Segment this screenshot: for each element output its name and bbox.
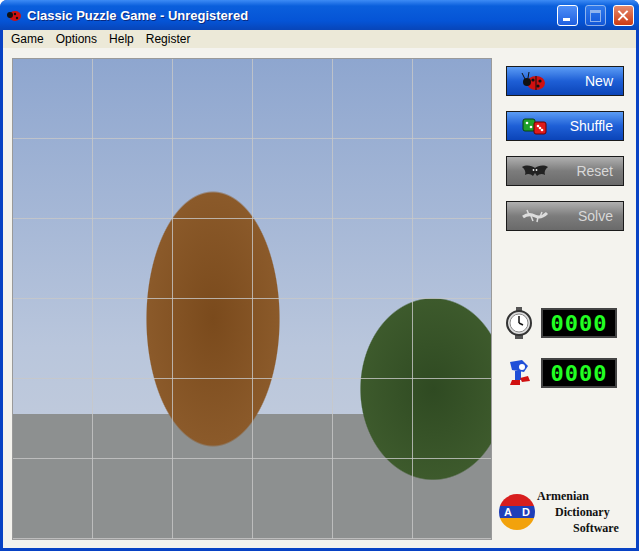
control-panel: New Shuffle Reset Solve 0000 0000 AD ArmenianDi… xyxy=(506,58,624,548)
counters: 0000 0000 xyxy=(506,306,624,390)
menu-item[interactable]: Game xyxy=(5,32,50,46)
title-bar[interactable]: Classic Puzzle Game - Unregistered xyxy=(0,0,639,30)
button-label: Shuffle xyxy=(549,118,613,134)
game-area: NewShuffleResetSolve00000000ADArmenianDi… xyxy=(3,48,636,548)
menu-bar: GameOptionsHelpRegister xyxy=(3,30,636,48)
window-title: Classic Puzzle Game - Unregistered xyxy=(27,8,550,23)
hedgehog-icon xyxy=(502,356,536,390)
menu-item[interactable]: Register xyxy=(140,32,197,46)
logo-line: Dictionary xyxy=(537,504,619,520)
lcd-display: 0000 xyxy=(541,358,617,388)
button-label: New xyxy=(549,73,613,89)
ladybug-icon xyxy=(521,70,549,92)
moves-counter: 0000 xyxy=(502,356,624,390)
logo-badge: AD xyxy=(499,494,535,530)
maximize-icon xyxy=(590,10,601,22)
maximize-button xyxy=(585,5,606,26)
logo-line: Armenian xyxy=(537,488,619,504)
app-window: Classic Puzzle Game - Unregistered GameOp… xyxy=(0,0,639,551)
stopwatch-icon xyxy=(502,306,536,340)
close-icon xyxy=(618,10,629,21)
dice-icon xyxy=(521,115,549,137)
logo-letter: D xyxy=(522,507,530,518)
minimize-button[interactable] xyxy=(557,5,578,26)
shuffle-button[interactable]: Shuffle xyxy=(506,111,624,141)
lizard-icon xyxy=(521,205,549,227)
menu-item[interactable]: Options xyxy=(50,32,103,46)
puzzle-board[interactable] xyxy=(12,58,492,540)
logo-text: ArmenianDictionarySoftware xyxy=(537,488,619,536)
bat-icon xyxy=(521,160,549,182)
close-button[interactable] xyxy=(613,5,634,26)
tile-grid xyxy=(13,59,491,539)
logo-line: Software xyxy=(537,520,619,536)
button-stack: New Shuffle Reset Solve xyxy=(506,66,624,231)
button-label: Solve xyxy=(549,208,613,224)
button-label: Reset xyxy=(549,163,613,179)
new-button[interactable]: New xyxy=(506,66,624,96)
time-counter: 0000 xyxy=(502,306,624,340)
solve-button: Solve xyxy=(506,201,624,231)
minimize-icon xyxy=(563,18,570,21)
reset-button: Reset xyxy=(506,156,624,186)
menu-item[interactable]: Help xyxy=(103,32,140,46)
company-logo: ADArmenianDictionarySoftware xyxy=(499,488,624,536)
logo-letter: A xyxy=(504,507,512,518)
ladybug-icon xyxy=(6,7,22,23)
lcd-display: 0000 xyxy=(541,308,617,338)
